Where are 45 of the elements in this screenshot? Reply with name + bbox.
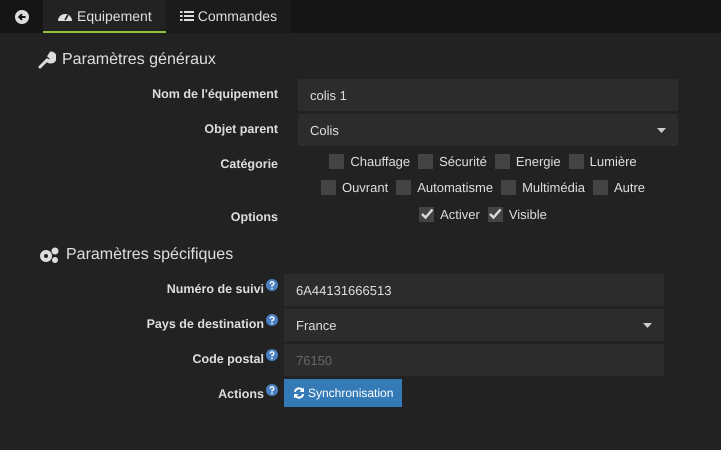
refresh-icon	[293, 387, 305, 399]
checkbox[interactable]	[396, 180, 412, 194]
checkbox[interactable]	[320, 180, 336, 194]
wrench-icon	[38, 51, 56, 69]
checkbox[interactable]	[488, 206, 503, 222]
input-field[interactable]: 6A44131666513	[284, 274, 664, 306]
checkbox-option[interactable]: Autre	[592, 177, 646, 197]
tab[interactable]: Commandes	[166, 0, 292, 33]
field-label: Objet parent	[204, 122, 278, 136]
checkbox-option[interactable]: Activer	[419, 204, 480, 224]
field-label: Actions	[218, 387, 264, 401]
field-label: Nom de l'équipement	[152, 87, 278, 101]
checkbox-option[interactable]: Visible	[488, 204, 547, 224]
checkbox[interactable]	[501, 180, 516, 194]
checkbox-option[interactable]: Multimédia	[501, 177, 585, 197]
section-title: Paramètres spécifiques	[66, 246, 234, 264]
checkbox[interactable]	[568, 154, 584, 168]
back-icon	[14, 10, 28, 24]
gears-icon	[38, 246, 60, 264]
field-label: Numéro de suivi	[166, 282, 264, 296]
input-field[interactable]: colis 1	[298, 79, 678, 111]
input-field[interactable]: 76150	[284, 344, 664, 376]
checkbox-option[interactable]: Lumière	[568, 151, 637, 171]
field-label: Code postal	[192, 352, 264, 366]
checkbox-option[interactable]: Automatisme	[396, 177, 494, 197]
checkbox-option[interactable]: Energie	[494, 151, 561, 171]
checkbox-option[interactable]: Ouvrant	[320, 177, 388, 197]
field-label: Catégorie	[220, 157, 278, 171]
select-field[interactable]: France	[284, 309, 664, 341]
checkbox[interactable]	[419, 206, 434, 222]
checkbox[interactable]	[592, 180, 608, 194]
caret-icon	[657, 128, 666, 132]
field-label: Options	[230, 210, 278, 224]
checkbox-option[interactable]: Chauffage	[329, 151, 410, 171]
field-label: Pays de destination	[146, 317, 264, 331]
section-title: Paramètres généraux	[62, 51, 216, 69]
checkbox[interactable]	[329, 154, 344, 168]
list-icon	[180, 10, 194, 22]
checkbox-option[interactable]: Sécurité	[418, 151, 487, 171]
checkbox[interactable]	[494, 154, 510, 168]
select-field[interactable]: Colis	[298, 114, 678, 146]
caret-icon	[643, 322, 652, 328]
tab[interactable]: Equipement	[43, 0, 166, 33]
sync-button[interactable]: Synchronisation	[284, 379, 402, 407]
checkbox[interactable]	[418, 154, 434, 168]
